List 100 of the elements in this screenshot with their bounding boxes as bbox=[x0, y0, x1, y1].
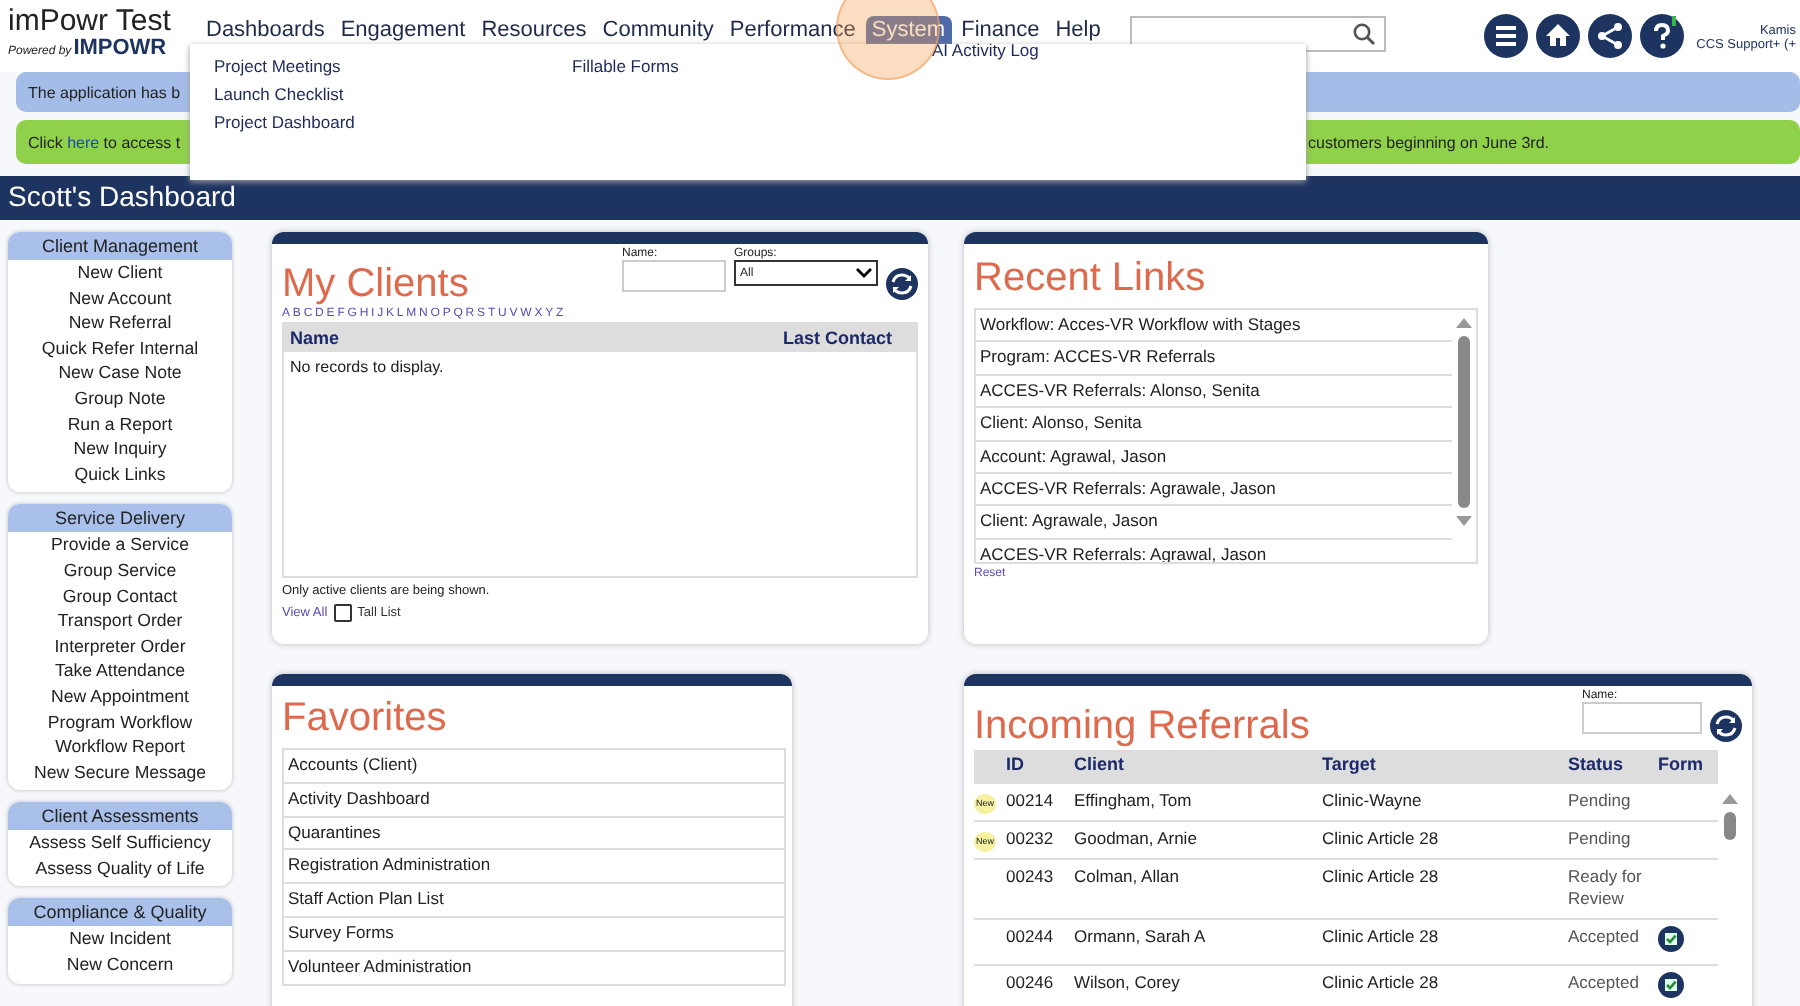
table-cell-text: 00214 bbox=[1006, 789, 1056, 812]
nav-tab[interactable]: Community bbox=[596, 16, 720, 44]
sidebar-link[interactable]: Provide a Service bbox=[51, 532, 189, 558]
sidebar-link[interactable]: Transport Order bbox=[57, 608, 183, 634]
sidebar-link[interactable]: Assess Self Sufficiency bbox=[29, 830, 211, 856]
column-header: Form bbox=[1658, 754, 1698, 777]
sidebar-link[interactable]: New Account bbox=[68, 285, 172, 311]
menu-item[interactable]: Project Dashboard bbox=[214, 112, 572, 132]
sidebar-link[interactable]: Interpreter Order bbox=[54, 633, 186, 659]
menu-item[interactable]: Launch Checklist bbox=[214, 84, 572, 104]
sidebar-heading: Client Management bbox=[8, 232, 232, 260]
table-cell-text: 00246 bbox=[1006, 972, 1056, 995]
favorite-link[interactable]: Quarantines bbox=[282, 817, 786, 851]
sidebar-link[interactable]: New Referral bbox=[68, 310, 172, 336]
recent-link[interactable]: Program: ACCES-VR Referrals bbox=[976, 342, 1452, 376]
nav-tab[interactable]: Performance bbox=[723, 16, 862, 44]
refresh-icon[interactable] bbox=[886, 268, 918, 300]
card-title: Recent Links bbox=[974, 254, 1208, 302]
column-header: Name bbox=[290, 328, 340, 348]
sidebar-link[interactable]: Group Service bbox=[63, 557, 177, 584]
favorite-link[interactable]: Activity Dashboard bbox=[282, 783, 786, 818]
banner-link[interactable]: here bbox=[67, 133, 100, 151]
table-cell-text: Pending bbox=[1568, 827, 1633, 850]
menu-item[interactable]: Project Meetings bbox=[214, 56, 572, 76]
sidebar-link[interactable]: New Client bbox=[77, 260, 163, 286]
nav-tab[interactable]: Dashboards bbox=[200, 16, 331, 44]
form-icon[interactable] bbox=[1658, 972, 1684, 998]
table-cell-text: Accepted bbox=[1568, 972, 1641, 995]
name-field[interactable] bbox=[1582, 702, 1702, 734]
sidebar-link[interactable]: New Case Note bbox=[58, 360, 182, 386]
table-cell-text: Clinic Article 28 bbox=[1322, 865, 1441, 888]
recent-link[interactable]: Workflow: Acces-VR Workflow with Stages bbox=[976, 310, 1452, 343]
sidebar-link[interactable]: Group Contact bbox=[62, 583, 178, 609]
table-cell-text: Clinic-Wayne bbox=[1322, 789, 1424, 812]
empty-message: No records to display. bbox=[288, 356, 446, 380]
banner-text: customers beginning on June 3rd. bbox=[1308, 133, 1552, 151]
menu-item[interactable]: Fillable Forms bbox=[572, 56, 932, 76]
card-title: Favorites bbox=[282, 694, 449, 742]
sidebar-link[interactable]: Quick Links bbox=[74, 461, 166, 487]
table-cell-text: Accepted bbox=[1568, 925, 1641, 948]
menu-item[interactable]: AI Activity Log bbox=[932, 40, 1306, 60]
table-cell-text: Effingham, Tom bbox=[1074, 789, 1194, 812]
page-title: Scott's Dashboard bbox=[8, 180, 236, 212]
column-header: Client bbox=[1074, 754, 1127, 777]
table-cell-text: Pending bbox=[1568, 789, 1633, 812]
sidebar-link[interactable]: New Concern bbox=[66, 952, 174, 978]
recent-link[interactable]: ACCES-VR Referrals: Agrawale, Jason bbox=[976, 474, 1452, 507]
home-icon[interactable] bbox=[1536, 14, 1581, 58]
table-cell-text: 00232 bbox=[1006, 827, 1056, 850]
sidebar-link[interactable]: Workflow Report bbox=[55, 734, 185, 760]
sidebar-link[interactable]: New Appointment bbox=[51, 683, 189, 709]
sidebar-link[interactable]: Group Note bbox=[74, 385, 166, 412]
table-cell-text: Ready for Review bbox=[1568, 865, 1644, 911]
sidebar-link[interactable]: Assess Quality of Life bbox=[35, 855, 205, 881]
nav-tab[interactable]: Resources bbox=[475, 16, 593, 44]
app-title: imPowr Test bbox=[8, 6, 173, 36]
sidebar-link[interactable]: Program Workflow bbox=[47, 709, 193, 735]
refresh-icon[interactable] bbox=[1710, 710, 1742, 742]
favorite-link[interactable]: Registration Administration bbox=[282, 850, 786, 885]
recent-link[interactable]: ACCES-VR Referrals: Alonso, Senita bbox=[976, 375, 1452, 409]
nav-tab[interactable]: Finance bbox=[955, 16, 1046, 44]
sidebar-link[interactable]: Run a Report bbox=[67, 411, 173, 437]
favorite-link[interactable]: Volunteer Administration bbox=[282, 951, 786, 986]
search-icon bbox=[1352, 22, 1377, 46]
name-field[interactable] bbox=[622, 260, 726, 292]
table-cell-text: 00243 bbox=[1006, 865, 1056, 888]
favorite-link[interactable]: Survey Forms bbox=[282, 917, 786, 952]
help-icon[interactable] bbox=[1640, 14, 1685, 58]
list-icon[interactable] bbox=[1484, 14, 1529, 58]
recent-link[interactable]: Account: Agrawal, Jason bbox=[976, 441, 1452, 475]
recent-link[interactable]: Client: Agrawale, Jason bbox=[976, 506, 1452, 540]
sidebar-link[interactable]: New Secure Message bbox=[33, 759, 207, 785]
column-header: Last Contact bbox=[782, 328, 892, 348]
table-cell-text: 00244 bbox=[1006, 925, 1056, 948]
sidebar-link[interactable]: Take Attendance bbox=[54, 658, 186, 684]
share-icon[interactable] bbox=[1588, 14, 1633, 58]
table-cell-text: Clinic Article 28 bbox=[1322, 925, 1441, 948]
sidebar-heading: Compliance & Quality bbox=[8, 898, 232, 927]
chevron-icon bbox=[856, 268, 872, 278]
sidebar-link[interactable]: New Incident bbox=[69, 926, 171, 953]
table-cell-text: Colman, Allan bbox=[1074, 865, 1181, 888]
sidebar-link[interactable]: New Inquiry bbox=[73, 436, 167, 462]
card-title: Incoming Referrals bbox=[974, 702, 1312, 750]
column-header: ID bbox=[1006, 754, 1026, 777]
favorite-link[interactable]: Staff Action Plan List bbox=[282, 884, 786, 918]
banner-text: The application has b bbox=[28, 83, 181, 101]
checkbox[interactable] bbox=[333, 604, 352, 622]
recent-link[interactable]: Client: Alonso, Senita bbox=[976, 408, 1452, 442]
sidebar-heading: Client Assessments bbox=[8, 802, 232, 831]
table-cell-text: Ormann, Sarah A bbox=[1074, 925, 1208, 948]
favorite-link[interactable]: Accounts (Client) bbox=[282, 748, 786, 784]
banner-text: Click here to access t bbox=[28, 133, 181, 151]
table-cell-text: Wilson, Corey bbox=[1074, 972, 1182, 995]
nav-tab[interactable]: Engagement bbox=[334, 16, 472, 44]
column-header: Status bbox=[1568, 754, 1626, 777]
form-icon[interactable] bbox=[1658, 925, 1684, 951]
sidebar-link[interactable]: Quick Refer Internal bbox=[41, 335, 199, 361]
column-header: Target bbox=[1322, 754, 1378, 777]
table-cell-text: Clinic Article 28 bbox=[1322, 827, 1441, 850]
nav-tab[interactable]: Help bbox=[1049, 16, 1107, 44]
